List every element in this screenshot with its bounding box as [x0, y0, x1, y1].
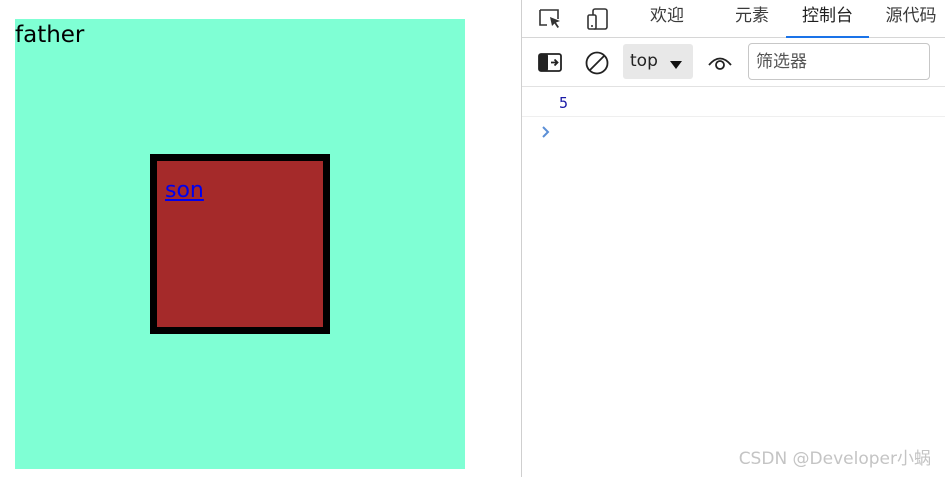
watermark-text: CSDN @Developer小蜗: [738, 449, 931, 469]
son-box: son: [150, 154, 330, 334]
device-emulation-icon[interactable]: [585, 7, 611, 31]
console-prompt[interactable]: [522, 118, 945, 146]
tab-elements[interactable]: 元素: [722, 0, 782, 38]
tab-console[interactable]: 控制台: [786, 0, 869, 38]
chevron-right-icon: [540, 125, 552, 139]
clear-console-icon[interactable]: [583, 49, 611, 77]
console-log-row: 5: [522, 88, 945, 117]
son-link[interactable]: son: [165, 178, 204, 204]
context-selector[interactable]: top: [623, 44, 693, 79]
father-label: father: [15, 22, 85, 48]
devtools-panel: 欢迎 元素 控制台 源代码 top 筛选器 5 CSDN @Developer小…: [521, 0, 945, 477]
page-preview: father son: [0, 0, 521, 477]
caret-down-icon: [669, 57, 683, 69]
eye-icon[interactable]: [706, 49, 734, 77]
devtools-tab-bar: 欢迎 元素 控制台 源代码: [522, 0, 945, 38]
console-log-value: 5: [559, 94, 569, 112]
inspect-element-icon[interactable]: [537, 7, 563, 31]
tab-welcome[interactable]: 欢迎: [637, 0, 697, 38]
tab-sources[interactable]: 源代码: [876, 0, 945, 38]
console-output: 5: [522, 88, 945, 477]
father-box: father son: [15, 19, 465, 469]
console-filter-input[interactable]: [748, 43, 930, 80]
context-selector-value: top: [630, 51, 658, 71]
console-toolbar: top: [522, 39, 945, 87]
show-console-sidebar-icon[interactable]: [536, 49, 564, 77]
